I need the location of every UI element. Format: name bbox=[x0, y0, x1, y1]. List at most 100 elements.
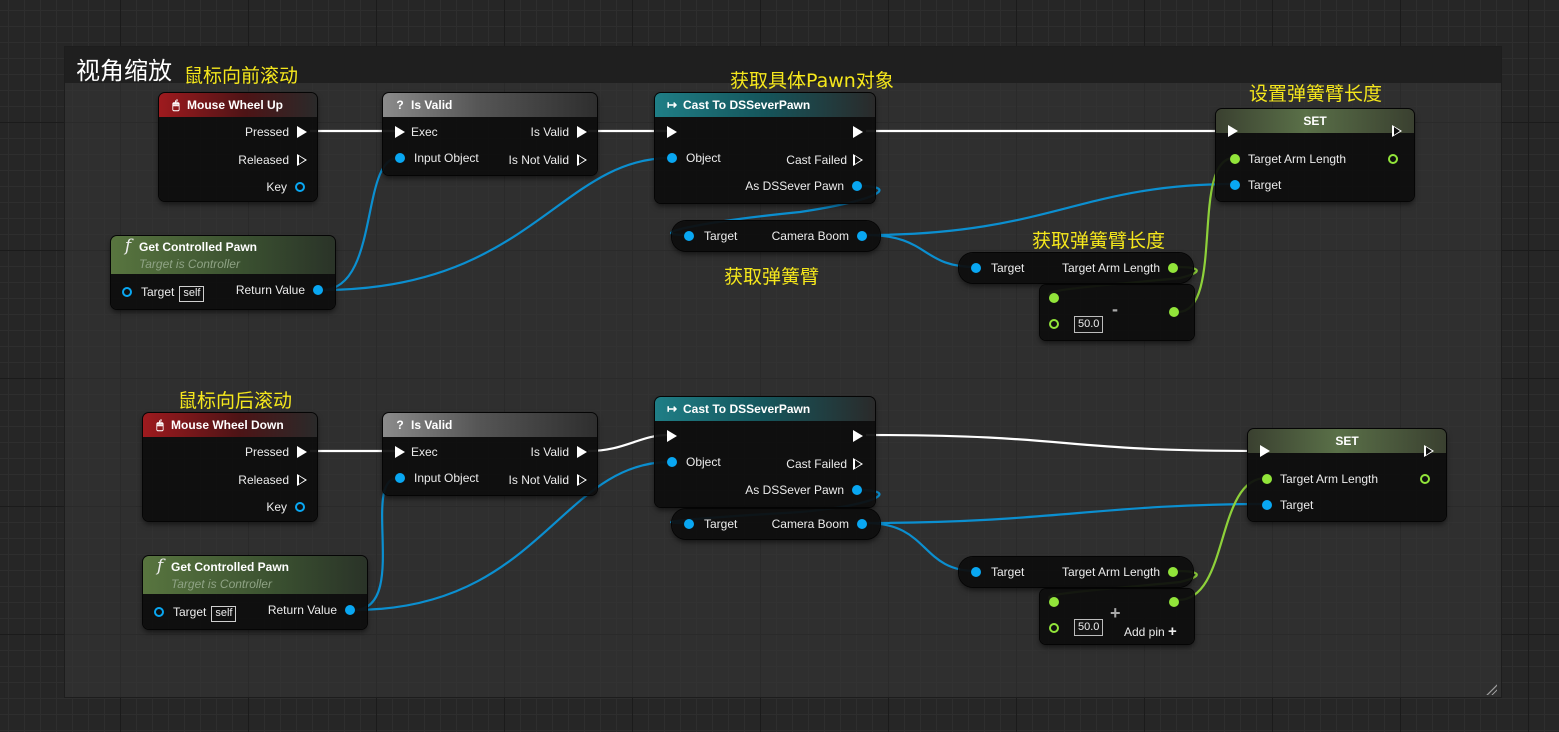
return-pin[interactable] bbox=[345, 605, 355, 615]
arm-length-pin[interactable] bbox=[1230, 154, 1240, 164]
exec-pin-pressed[interactable] bbox=[297, 446, 307, 458]
label-cast: 获取具体Pawn对象 bbox=[730, 70, 894, 92]
result-pin[interactable] bbox=[1169, 597, 1179, 607]
get-controlled-pawn-node[interactable]: f Get Controlled Pawn Target is Controller… bbox=[111, 236, 335, 309]
add-pin-button[interactable]: Add pin + bbox=[1124, 623, 1177, 641]
exec-pin-not-valid[interactable] bbox=[577, 474, 587, 486]
exec-pin-not-valid[interactable] bbox=[577, 154, 587, 166]
a-pin[interactable] bbox=[1049, 293, 1059, 303]
result-pin[interactable] bbox=[1169, 307, 1179, 317]
pin-label: Target bbox=[173, 605, 207, 619]
object-pin[interactable] bbox=[667, 153, 677, 163]
camera-boom-node[interactable]: Target Camera Boom bbox=[672, 509, 880, 539]
label-set: 设置弹簧臂长度 bbox=[1249, 83, 1383, 105]
target-pin[interactable] bbox=[122, 287, 132, 297]
set-node[interactable]: SET Target Arm Length Target bbox=[1248, 429, 1446, 521]
pin-label: Key bbox=[266, 180, 287, 194]
exec-pin-released[interactable] bbox=[297, 474, 307, 486]
pin-label: Input Object bbox=[414, 151, 479, 165]
exec-pin-out[interactable] bbox=[853, 430, 863, 442]
object-pin[interactable] bbox=[667, 457, 677, 467]
camera-boom-pin[interactable] bbox=[857, 231, 867, 241]
pin-label: Input Object bbox=[414, 471, 479, 485]
b-pin[interactable] bbox=[1049, 319, 1059, 329]
exec-pin-pressed[interactable] bbox=[297, 126, 307, 138]
return-pin[interactable] bbox=[313, 285, 323, 295]
mouse-icon: 🖱 bbox=[172, 98, 180, 112]
question-icon: ? bbox=[396, 98, 404, 112]
node-title: Get Controlled Pawn bbox=[139, 240, 258, 254]
pin-label: Return Value bbox=[235, 283, 305, 297]
target-arm-length-get-node[interactable]: Target Target Arm Length bbox=[959, 253, 1193, 283]
exec-pin-in[interactable] bbox=[395, 126, 405, 138]
exec-pin-in[interactable] bbox=[395, 446, 405, 458]
key-pin[interactable] bbox=[295, 182, 305, 192]
question-icon: ? bbox=[396, 418, 404, 432]
exec-pin-in[interactable] bbox=[667, 430, 677, 442]
input-object-pin[interactable] bbox=[395, 153, 405, 163]
exec-pin-valid[interactable] bbox=[577, 126, 587, 138]
as-pawn-pin[interactable] bbox=[852, 485, 862, 495]
target-arm-length-get-node[interactable]: Target Target Arm Length bbox=[959, 557, 1193, 587]
exec-pin-valid[interactable] bbox=[577, 446, 587, 458]
pin-label: Is Valid bbox=[530, 125, 569, 139]
target-pin[interactable] bbox=[1230, 180, 1240, 190]
target-pin[interactable] bbox=[1262, 500, 1272, 510]
node-title: SET bbox=[1216, 109, 1414, 133]
target-pin[interactable] bbox=[971, 263, 981, 273]
exec-pin-in[interactable] bbox=[1260, 445, 1270, 457]
pin-label: Target Arm Length bbox=[1061, 261, 1160, 275]
mouse-wheel-down-node[interactable]: 🖱 Mouse Wheel Down Pressed Released Key bbox=[143, 413, 317, 521]
input-object-pin[interactable] bbox=[395, 473, 405, 483]
exec-pin-out[interactable] bbox=[1424, 445, 1434, 457]
pin-label: Target Arm Length bbox=[1280, 472, 1379, 486]
target-pin[interactable] bbox=[971, 567, 981, 577]
node-title: Mouse Wheel Up bbox=[187, 98, 284, 112]
value-field[interactable]: 50.0 bbox=[1074, 316, 1104, 333]
arm-length-out-pin[interactable] bbox=[1388, 154, 1398, 164]
cast-arrow-icon: ↦ bbox=[666, 98, 678, 112]
node-subtitle: Target is Controller bbox=[171, 577, 272, 591]
exec-pin-failed[interactable] bbox=[853, 458, 863, 470]
arm-length-pin[interactable] bbox=[1168, 263, 1178, 273]
is-valid-node[interactable]: ? Is Valid Exec Is Valid Input Object Is … bbox=[383, 93, 597, 175]
as-pawn-pin[interactable] bbox=[852, 181, 862, 191]
camera-boom-node[interactable]: Target Camera Boom bbox=[672, 221, 880, 251]
cast-arrow-icon: ↦ bbox=[666, 402, 678, 416]
pin-label: Released bbox=[238, 473, 289, 487]
value-field[interactable]: 50.0 bbox=[1074, 619, 1104, 636]
self-field[interactable]: self bbox=[211, 606, 237, 622]
target-pin[interactable] bbox=[684, 519, 694, 529]
pin-label: Object bbox=[686, 455, 721, 469]
a-pin[interactable] bbox=[1049, 597, 1059, 607]
exec-pin-in[interactable] bbox=[1228, 125, 1238, 137]
pin-label: Target bbox=[1248, 178, 1282, 192]
mouse-wheel-up-node[interactable]: 🖱 Mouse Wheel Up Pressed Released Key bbox=[159, 93, 317, 201]
target-pin[interactable] bbox=[684, 231, 694, 241]
set-node[interactable]: SET Target Arm Length Target bbox=[1216, 109, 1414, 201]
exec-pin-in[interactable] bbox=[667, 126, 677, 138]
cast-node[interactable]: ↦ Cast To DSSeverPawn Object Cast Failed … bbox=[655, 93, 875, 203]
arm-length-pin[interactable] bbox=[1168, 567, 1178, 577]
pin-label: Target bbox=[704, 517, 738, 531]
exec-pin-out[interactable] bbox=[1392, 125, 1402, 137]
camera-boom-pin[interactable] bbox=[857, 519, 867, 529]
b-pin[interactable] bbox=[1049, 623, 1059, 633]
exec-pin-failed[interactable] bbox=[853, 154, 863, 166]
pin-label: Target Arm Length bbox=[1248, 152, 1347, 166]
target-pin[interactable] bbox=[154, 607, 164, 617]
exec-pin-released[interactable] bbox=[297, 154, 307, 166]
arm-length-pin[interactable] bbox=[1262, 474, 1272, 484]
pin-label: Exec bbox=[411, 445, 438, 459]
get-controlled-pawn-node[interactable]: f Get Controlled Pawn Target is Controller… bbox=[143, 556, 367, 629]
function-icon: f bbox=[156, 556, 164, 576]
exec-pin-out[interactable] bbox=[853, 126, 863, 138]
self-field[interactable]: self bbox=[179, 286, 205, 302]
cast-node[interactable]: ↦ Cast To DSSeverPawn Object Cast Failed … bbox=[655, 397, 875, 507]
key-pin[interactable] bbox=[295, 502, 305, 512]
add-node[interactable]: 50.0 + Add pin + bbox=[1040, 589, 1194, 644]
arm-length-out-pin[interactable] bbox=[1420, 474, 1430, 484]
node-title: Cast To DSSeverPawn bbox=[683, 402, 811, 416]
subtract-node[interactable]: 50.0 - bbox=[1040, 285, 1194, 340]
is-valid-node[interactable]: ? Is Valid Exec Is Valid Input Object Is … bbox=[383, 413, 597, 495]
